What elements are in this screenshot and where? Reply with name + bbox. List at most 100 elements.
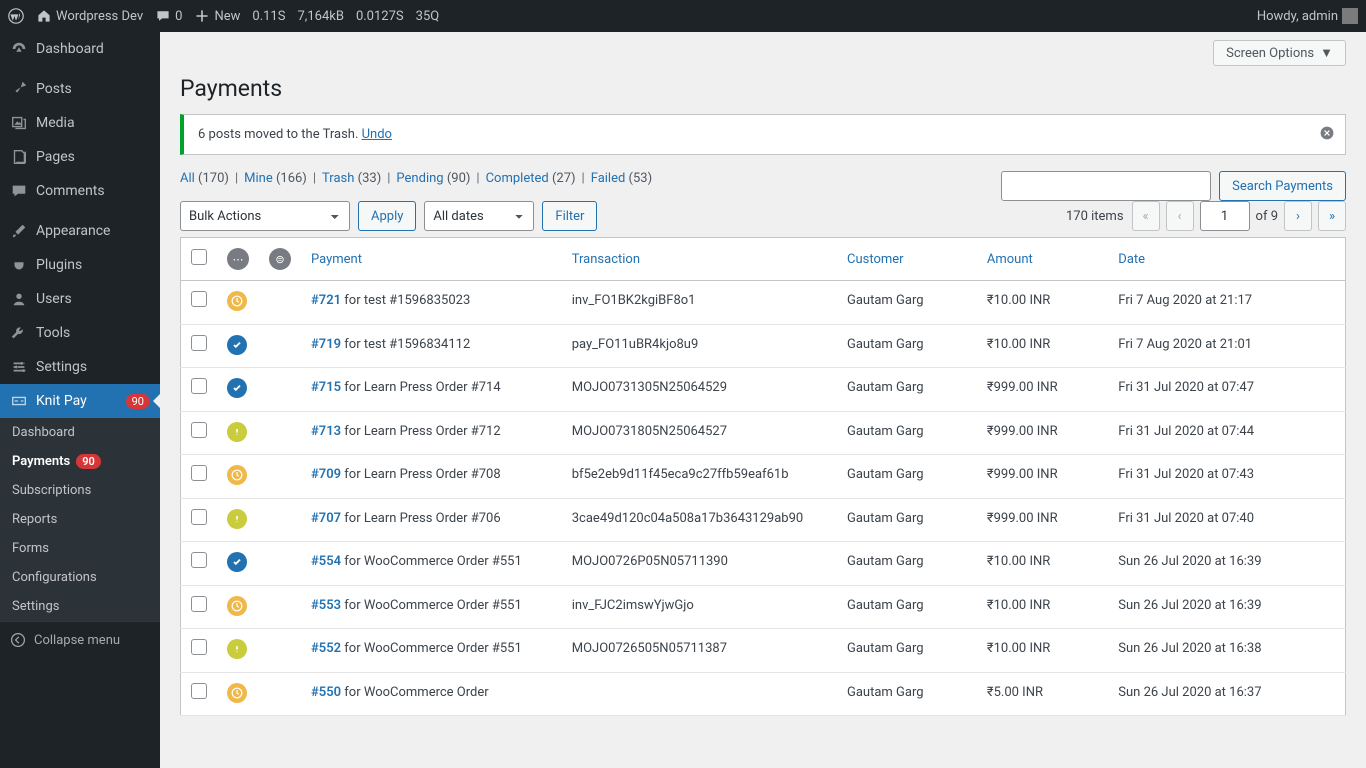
payment-id-link[interactable]: #709 [311, 467, 341, 482]
amount: ₹10.00 INR [977, 629, 1108, 673]
row-checkbox[interactable] [191, 552, 207, 568]
debug-mem[interactable]: 7,164kB [297, 9, 343, 24]
undo-link[interactable]: Undo [362, 127, 392, 142]
screen-options-button[interactable]: Screen Options ▼ [1213, 40, 1346, 66]
row-checkbox[interactable] [191, 465, 207, 481]
page-first[interactable]: « [1132, 201, 1160, 231]
comments-link[interactable]: 0 [155, 8, 182, 24]
bulk-actions-select[interactable]: Bulk Actions [180, 201, 350, 231]
payment-id-link[interactable]: #721 [311, 293, 341, 308]
warn-icon [231, 643, 243, 655]
row-checkbox[interactable] [191, 639, 207, 655]
date-filter-select[interactable]: All dates [424, 201, 534, 231]
row-checkbox[interactable] [191, 509, 207, 525]
select-all-checkbox[interactable] [191, 249, 207, 265]
submenu-item-dashboard[interactable]: Dashboard [0, 418, 160, 447]
sidebar-item-plugins[interactable]: Plugins [0, 248, 160, 282]
comments-count: 0 [175, 9, 182, 24]
sidebar-item-comments[interactable]: Comments [0, 174, 160, 208]
admin-notice: 6 posts moved to the Trash. Undo [180, 114, 1346, 155]
submenu-label: Subscriptions [12, 483, 91, 498]
pagination: « ‹ of 9 › » [1132, 201, 1346, 231]
row-checkbox[interactable] [191, 335, 207, 351]
warn-icon [231, 426, 243, 438]
view-failed[interactable]: Failed (53) [591, 171, 652, 186]
submenu-item-payments[interactable]: Payments90 [0, 447, 160, 476]
view-completed[interactable]: Completed (27) [486, 171, 576, 186]
debug-query-time[interactable]: 0.0127S [356, 9, 404, 24]
filter-button[interactable]: Filter [542, 201, 597, 231]
page-last[interactable]: » [1318, 201, 1346, 231]
amount: ₹999.00 INR [977, 498, 1108, 542]
page-next[interactable]: › [1284, 201, 1312, 231]
status-pending-icon [227, 596, 247, 616]
col-customer[interactable]: Customer [847, 252, 904, 267]
sidebar-item-knit-pay[interactable]: Knit Pay90 [0, 384, 160, 418]
view-trash[interactable]: Trash (33) [322, 171, 381, 186]
submenu-item-settings[interactable]: Settings [0, 592, 160, 621]
sidebar-item-tools[interactable]: Tools [0, 316, 160, 350]
search-button[interactable]: Search Payments [1219, 171, 1346, 201]
submenu-item-forms[interactable]: Forms [0, 534, 160, 563]
amount: ₹5.00 INR [977, 672, 1108, 716]
payment-id-link[interactable]: #707 [311, 511, 341, 526]
date: Sun 26 Jul 2020 at 16:38 [1108, 629, 1345, 673]
payment-id-link[interactable]: #715 [311, 380, 341, 395]
transaction-id: bf5e2eb9d11f45eca9c27ffb59eaf61b [562, 455, 837, 499]
new-link[interactable]: New [194, 8, 240, 24]
view-count: (90) [447, 171, 471, 186]
debug-queries[interactable]: 35Q [416, 9, 440, 24]
row-checkbox[interactable] [191, 291, 207, 307]
plug-icon [10, 256, 28, 274]
payment-id-link[interactable]: #552 [311, 641, 341, 656]
page-prev[interactable]: ‹ [1166, 201, 1194, 231]
sidebar-item-label: Dashboard [36, 41, 104, 57]
search-input[interactable] [1001, 171, 1211, 201]
clock-icon [231, 469, 243, 481]
view-pending[interactable]: Pending (90) [396, 171, 470, 186]
col-date[interactable]: Date [1118, 252, 1145, 267]
sidebar-item-pages[interactable]: Pages [0, 140, 160, 174]
submenu-item-configurations[interactable]: Configurations [0, 563, 160, 592]
sidebar-item-media[interactable]: Media [0, 106, 160, 140]
col-payment[interactable]: Payment [311, 252, 362, 267]
view-all[interactable]: All (170) [180, 171, 229, 186]
dismiss-notice-button[interactable] [1317, 123, 1337, 143]
payment-id-link[interactable]: #553 [311, 598, 341, 613]
payment-id-link[interactable]: #550 [311, 685, 341, 700]
table-row: #554 for WooCommerce Order #551MOJO0726P… [181, 542, 1346, 586]
payment-desc: for test #1596834112 [341, 337, 470, 352]
payment-id-link[interactable]: #554 [311, 554, 341, 569]
submenu-item-subscriptions[interactable]: Subscriptions [0, 476, 160, 505]
site-link[interactable]: Wordpress Dev [36, 8, 143, 24]
apply-button[interactable]: Apply [358, 201, 416, 231]
payment-desc: for WooCommerce Order [341, 685, 489, 700]
table-row: #719 for test #1596834112pay_FO11uBR4kjo… [181, 324, 1346, 368]
collapse-menu[interactable]: Collapse menu [0, 621, 160, 658]
row-checkbox[interactable] [191, 683, 207, 699]
row-checkbox[interactable] [191, 378, 207, 394]
submenu-item-reports[interactable]: Reports [0, 505, 160, 534]
row-checkbox[interactable] [191, 596, 207, 612]
page-current-input[interactable] [1200, 201, 1250, 231]
col-transaction[interactable]: Transaction [572, 252, 640, 267]
payment-id-link[interactable]: #719 [311, 337, 341, 352]
payment-desc: for WooCommerce Order #551 [341, 598, 522, 613]
table-row: #553 for WooCommerce Order #551inv_FJC2i… [181, 585, 1346, 629]
customer-name: Gautam Garg [837, 411, 977, 455]
col-amount[interactable]: Amount [987, 252, 1033, 267]
row-checkbox[interactable] [191, 422, 207, 438]
view-mine[interactable]: Mine (166) [244, 171, 307, 186]
debug-time[interactable]: 0.11S [252, 9, 285, 24]
account-link[interactable]: Howdy, admin [1257, 8, 1358, 24]
sidebar-item-posts[interactable]: Posts [0, 72, 160, 106]
sidebar-item-dashboard[interactable]: Dashboard [0, 32, 160, 66]
page-total: of 9 [1256, 209, 1278, 224]
payment-id-link[interactable]: #713 [311, 424, 341, 439]
wp-logo[interactable] [8, 8, 24, 24]
pin-icon [10, 80, 28, 98]
sidebar-item-appearance[interactable]: Appearance [0, 214, 160, 248]
sidebar-item-settings[interactable]: Settings [0, 350, 160, 384]
items-count: 170 items [1066, 209, 1124, 224]
sidebar-item-users[interactable]: Users [0, 282, 160, 316]
